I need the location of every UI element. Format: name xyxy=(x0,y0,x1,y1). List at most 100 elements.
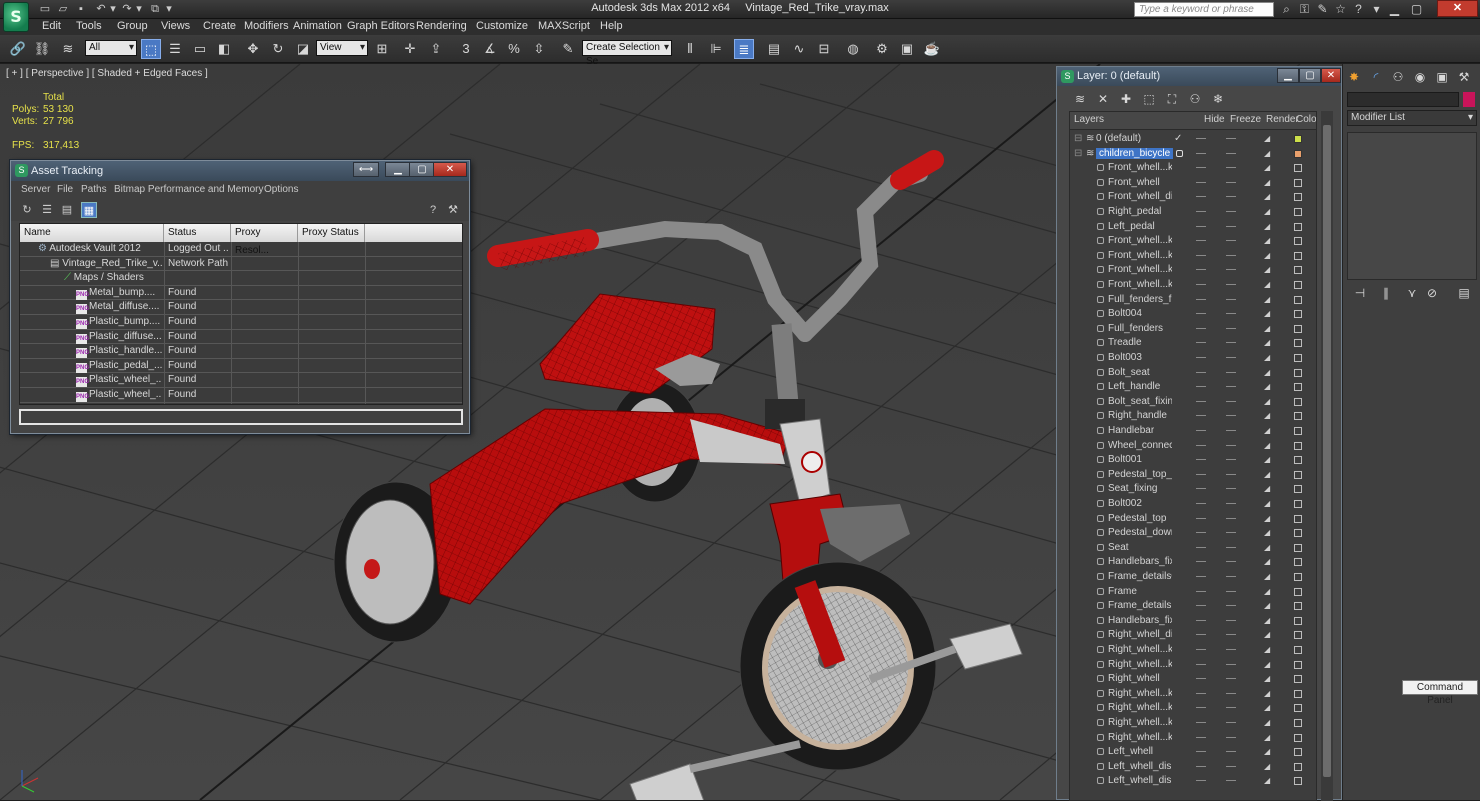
layer-object-row[interactable]: Bolt004 ◢ xyxy=(1070,307,1316,322)
close-window-button[interactable]: ✕ xyxy=(1437,0,1478,17)
hide-toggle[interactable] xyxy=(1196,619,1206,621)
freeze-toggle[interactable] xyxy=(1226,167,1236,169)
table-view-icon[interactable]: ▦ xyxy=(81,202,97,218)
percent-snap-icon[interactable]: % xyxy=(504,39,524,59)
object-name[interactable]: Pedestal_top xyxy=(1108,513,1166,524)
asset-row-scene-file[interactable]: ▤ Vintage_Red_Trike_v... Network Path xyxy=(20,257,462,272)
render-teapot-icon[interactable]: ◢ xyxy=(1264,383,1272,391)
layer-object-row[interactable]: Left_handle ◢ xyxy=(1070,380,1316,395)
layer-color-swatch[interactable] xyxy=(1294,704,1302,713)
expand-toggle-icon[interactable]: ⊟ xyxy=(1074,148,1082,159)
subscription-icon[interactable]: ⚿ xyxy=(1296,1,1313,18)
freeze-toggle[interactable] xyxy=(1226,298,1236,300)
material-editor-icon[interactable]: ◍ xyxy=(843,39,863,59)
freeze-toggle[interactable] xyxy=(1226,634,1236,636)
layer-color-swatch[interactable] xyxy=(1294,295,1302,304)
object-name[interactable]: Right_whell...k_ xyxy=(1108,732,1172,743)
hide-toggle[interactable] xyxy=(1196,459,1206,461)
render-teapot-icon[interactable]: ◢ xyxy=(1264,222,1272,231)
show-end-result-icon[interactable]: ∥ xyxy=(1377,284,1395,302)
object-name[interactable]: Right_whell...k_ xyxy=(1108,702,1172,713)
layer-color-swatch[interactable] xyxy=(1294,602,1302,611)
layer-color-swatch[interactable] xyxy=(1294,368,1302,377)
object-name[interactable]: Right_whell_disk xyxy=(1108,629,1172,640)
select-objects-icon[interactable]: ⬚ xyxy=(1140,90,1158,108)
freeze-toggle[interactable] xyxy=(1226,546,1236,548)
edit-named-selection-icon[interactable]: ✎ xyxy=(558,39,578,59)
freeze-toggle[interactable] xyxy=(1226,722,1236,723)
hide-toggle[interactable] xyxy=(1196,532,1206,534)
hide-toggle[interactable] xyxy=(1196,357,1206,358)
object-name[interactable]: Bolt002 xyxy=(1108,498,1142,509)
layer-color-swatch[interactable] xyxy=(1294,500,1302,508)
render-teapot-icon[interactable]: ◢ xyxy=(1264,500,1272,508)
layer-color-swatch[interactable] xyxy=(1294,281,1302,289)
asset-row-map[interactable]: PNGMetal_bump.... Found xyxy=(20,286,462,301)
object-name[interactable]: Wheel_connecto xyxy=(1108,440,1172,451)
hide-toggle[interactable] xyxy=(1196,240,1206,242)
hide-toggle[interactable] xyxy=(1196,678,1206,680)
hide-toggle[interactable] xyxy=(1196,605,1206,607)
layer-manager-titlebar[interactable]: S Layer: 0 (default) ▁ ▢ ✕ xyxy=(1057,67,1341,86)
freeze-toggle[interactable] xyxy=(1226,254,1236,256)
layer-object-row[interactable]: Bolt002 ◢ xyxy=(1070,497,1316,512)
object-name[interactable]: Full_fenders xyxy=(1108,323,1163,334)
layer-object-row[interactable]: Seat ◢ xyxy=(1070,541,1316,556)
create-tab-icon[interactable]: ✸ xyxy=(1345,68,1363,86)
layer-manager-icon[interactable]: ≣ xyxy=(734,39,754,59)
object-name[interactable]: Handlebars_fixin xyxy=(1108,556,1172,567)
layer-name[interactable]: children_bicycle xyxy=(1096,147,1174,159)
object-name[interactable]: Frame_details00 xyxy=(1108,571,1172,582)
hide-toggle[interactable] xyxy=(1196,576,1206,577)
hide-toggle[interactable] xyxy=(1196,225,1206,227)
object-name[interactable]: Right_whell...k_ xyxy=(1108,717,1172,728)
link-icon[interactable]: 🔗 xyxy=(8,39,28,59)
layer-color-swatch[interactable] xyxy=(1294,397,1302,406)
hide-all-icon[interactable]: ⚇ xyxy=(1186,90,1204,108)
freeze-toggle[interactable] xyxy=(1226,240,1236,242)
hide-toggle[interactable] xyxy=(1196,196,1206,198)
menu-animation[interactable]: Animation xyxy=(293,20,342,32)
render-teapot-icon[interactable]: ◢ xyxy=(1264,281,1272,289)
freeze-toggle[interactable] xyxy=(1226,503,1236,504)
object-name[interactable]: Left_pedal xyxy=(1108,221,1155,232)
freeze-toggle[interactable] xyxy=(1226,707,1236,709)
menu-customize[interactable]: Customize xyxy=(476,20,528,32)
freeze-toggle[interactable] xyxy=(1226,269,1236,271)
settings-icon[interactable]: ⚒ xyxy=(445,202,461,218)
asset-row-map[interactable]: PNGPlastic_wheel_.... Found xyxy=(20,373,462,388)
render-teapot-icon[interactable]: ◢ xyxy=(1264,616,1272,625)
hide-toggle[interactable] xyxy=(1196,780,1206,782)
column-header-proxy-resolution[interactable]: Proxy Resol... xyxy=(231,224,298,256)
hide-toggle[interactable] xyxy=(1196,284,1206,285)
refresh-icon[interactable]: ↻ xyxy=(19,202,35,218)
menu-group[interactable]: Group xyxy=(117,20,148,32)
render-teapot-icon[interactable]: ◢ xyxy=(1264,178,1272,187)
layer-object-row[interactable]: Seat_fixing ◢ xyxy=(1070,482,1316,497)
layer-close-button[interactable]: ✕ xyxy=(1321,68,1341,83)
layer-color-swatch[interactable] xyxy=(1294,543,1302,552)
render-teapot-icon[interactable]: ◢ xyxy=(1264,266,1272,274)
move-icon[interactable]: ✥ xyxy=(243,39,263,59)
freeze-toggle[interactable] xyxy=(1226,663,1236,665)
layer-object-row[interactable]: Bolt_seat ◢ xyxy=(1070,366,1316,381)
render-teapot-icon[interactable]: ◢ xyxy=(1264,324,1272,333)
asset-menu-bitmap-performance[interactable]: Bitmap Performance and Memory xyxy=(114,184,264,195)
render-teapot-icon[interactable]: ◢ xyxy=(1264,558,1272,566)
freeze-toggle[interactable] xyxy=(1226,430,1236,431)
layer-scrollbar[interactable] xyxy=(1321,111,1333,801)
freeze-all-icon[interactable]: ❄ xyxy=(1209,90,1227,108)
render-teapot-icon[interactable]: ◢ xyxy=(1264,368,1272,377)
asset-minimize-button[interactable]: ▁ xyxy=(385,162,411,177)
freeze-toggle[interactable] xyxy=(1226,342,1236,344)
layer-color-swatch[interactable] xyxy=(1294,222,1302,231)
asset-maximize-button[interactable]: ▢ xyxy=(409,162,435,177)
layer-object-row[interactable]: Right_whell...k_ ◢ xyxy=(1070,658,1316,673)
asset-menu-options[interactable]: Options xyxy=(264,184,298,195)
select-object-icon[interactable]: ⬚ xyxy=(141,39,161,59)
render-teapot-icon[interactable]: ◢ xyxy=(1264,704,1272,712)
layer-color-swatch[interactable] xyxy=(1294,441,1302,450)
menu-help[interactable]: Help xyxy=(600,20,623,32)
maximize-icon[interactable]: ▢ xyxy=(1408,1,1425,18)
asset-menu-server[interactable]: Server xyxy=(21,184,50,195)
